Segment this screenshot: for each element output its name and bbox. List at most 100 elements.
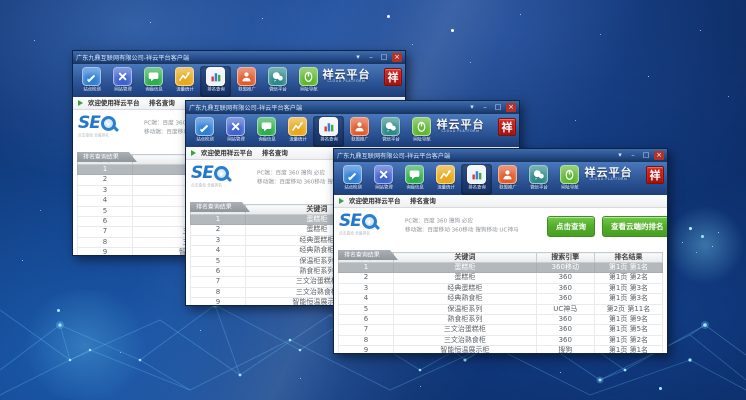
toolbar-item-alliance-promo[interactable]: 联盟推广	[492, 164, 523, 195]
toolbar-item-label: 网站管理	[114, 86, 131, 92]
toolbar-item-wechat-platform[interactable]: 微信平台	[523, 164, 554, 195]
table-cell: 3	[191, 235, 246, 245]
table-row[interactable]: 3经典蛋糕柜360第1页 第3名	[339, 283, 663, 293]
toolbar-item-rank-query[interactable]: 排名查询	[461, 164, 492, 195]
table-row[interactable]: 6熟食柜系列360第1页 第9名	[339, 315, 663, 325]
toolbar-item-alliance-promo[interactable]: 联盟推广	[231, 66, 262, 97]
toolbar-item-traffic-stats[interactable]: 流量统计	[430, 164, 461, 195]
app-window: 广东九鼎互联网有限公司-祥云平台客户端 ▾ – □ × 站点检测 网站管理询盘信息…	[333, 148, 668, 354]
toolbar-item-label: 排名查询	[207, 86, 224, 92]
toolbar-item-site-check[interactable]: 站点检测	[76, 66, 107, 97]
toolbar-item-inquiry-info[interactable]: 询盘信息	[251, 116, 282, 147]
table-row[interactable]: 4经典熟食柜360第1页 第3名	[339, 294, 663, 304]
window-controls: ▾ – □ ×	[467, 103, 516, 112]
table-row[interactable]: 7三文治蛋糕柜360第1页 第5名	[339, 325, 663, 335]
toolbar-item-site-manage[interactable]: 网站管理	[107, 66, 138, 97]
table-row[interactable]: 1蛋糕柜360移动第1页 第1名	[339, 263, 663, 273]
window-controls: ▾ – □ ×	[615, 151, 664, 160]
table-cell: 1	[191, 215, 246, 225]
close-button[interactable]: ×	[654, 151, 664, 160]
toolbar-item-traffic-stats[interactable]: 流量统计	[169, 66, 200, 97]
site-check-icon	[82, 67, 101, 86]
main-toolbar: 站点检测网站管理询盘信息流量统计排名查询联盟推广微信平台网址导航 祥云平台 CL…	[334, 162, 667, 195]
close-button[interactable]: ×	[506, 103, 516, 112]
seo-logo-caption: 点击查询 全面排名	[191, 182, 229, 188]
column-header: 关键词	[394, 253, 537, 263]
flag-icon	[78, 100, 83, 106]
view-cloud-rank-button[interactable]: 查看云端的排名	[602, 216, 668, 237]
window-titlebar[interactable]: 广东九鼎互联网有限公司-祥云平台客户端 ▾ – □ ×	[186, 101, 519, 114]
table-cell: 360	[536, 294, 594, 304]
toolbar-item-label: 站点检测	[196, 136, 213, 142]
table-cell: 6	[78, 217, 133, 227]
toolbar-item-label: 流量统计	[289, 136, 306, 142]
toolbar-item-alliance-promo[interactable]: 联盟推广	[344, 116, 375, 147]
section-title: 排名查询	[410, 196, 436, 205]
tab-rank-results[interactable]: 排名查询结果	[338, 250, 398, 260]
table-cell: 三文治蛋糕柜	[394, 325, 537, 335]
minimize-button[interactable]: –	[628, 151, 638, 160]
toolbar-item-rank-query[interactable]: 排名查询	[313, 116, 344, 147]
toolbar-item-wechat-platform[interactable]: 微信平台	[262, 66, 293, 97]
skin-button[interactable]: ▾	[353, 53, 363, 62]
table-cell: 8	[78, 237, 133, 247]
toolbar-item-label: 询盘信息	[145, 86, 162, 92]
toolbar-item-site-check[interactable]: 站点检测	[337, 164, 368, 195]
table-cell: 第1页 第9名	[594, 315, 662, 325]
alliance-promo-icon	[498, 165, 517, 184]
maximize-button[interactable]: □	[493, 103, 503, 112]
result-tab-row: 排名查询结果	[334, 242, 667, 252]
skin-button[interactable]: ▾	[467, 103, 477, 112]
maximize-button[interactable]: □	[641, 151, 651, 160]
table-cell: 第1页 第2名	[594, 273, 662, 283]
toolbar-item-wechat-platform[interactable]: 微信平台	[375, 116, 406, 147]
table-cell: 4	[78, 196, 133, 206]
toolbar-item-site-manage[interactable]: 网站管理	[220, 116, 251, 147]
table-cell: 蛋糕柜	[394, 263, 537, 273]
tab-rank-results[interactable]: 排名查询结果	[190, 202, 250, 212]
rank-query-icon	[319, 117, 338, 136]
table-cell: 360	[536, 325, 594, 335]
table-cell: 1	[78, 165, 133, 175]
query-button[interactable]: 点击查询	[547, 216, 595, 237]
table-cell: 第1页 第1名	[594, 346, 662, 353]
table-row[interactable]: 8三文治熟食柜360第1页 第2名	[339, 335, 663, 345]
toolbar-item-traffic-stats[interactable]: 流量统计	[282, 116, 313, 147]
toolbar-item-label: 网址导航	[300, 86, 317, 92]
seo-logo: SE 点击查询 全面排名	[78, 115, 140, 141]
minimize-button[interactable]: –	[366, 53, 376, 62]
window-titlebar[interactable]: 广东九鼎互联网有限公司-祥云平台客户端 ▾ – □ ×	[73, 51, 405, 64]
toolbar-item-inquiry-info[interactable]: 询盘信息	[399, 164, 430, 195]
table-cell: 经典蛋糕柜	[394, 283, 537, 293]
tab-rank-results[interactable]: 排名查询结果	[77, 152, 137, 162]
table-cell: 8	[191, 287, 246, 297]
maximize-button[interactable]: □	[379, 53, 389, 62]
toolbar-item-inquiry-info[interactable]: 询盘信息	[138, 66, 169, 97]
toolbar-item-site-check[interactable]: 站点检测	[189, 116, 220, 147]
wechat-platform-icon	[529, 165, 548, 184]
minimize-button[interactable]: –	[480, 103, 490, 112]
table-row[interactable]: 2蛋糕柜360第1页 第2名	[339, 273, 663, 283]
window-titlebar[interactable]: 广东九鼎互联网有限公司-祥云平台客户端 ▾ – □ ×	[334, 149, 667, 162]
brand-name-en: CLOUD PLATFORM	[590, 178, 628, 181]
traffic-stats-icon	[436, 165, 455, 184]
star-cluster-glow	[660, 205, 746, 285]
toolbar-item-label: 排名查询	[468, 184, 485, 190]
close-button[interactable]: ×	[392, 53, 402, 62]
window-title: 广东九鼎互联网有限公司-祥云平台客户端	[189, 103, 302, 112]
table-cell: 360	[536, 315, 594, 325]
table-cell: 4	[191, 246, 246, 256]
skin-button[interactable]: ▾	[615, 151, 625, 160]
toolbar-item-site-manage[interactable]: 网站管理	[368, 164, 399, 195]
toolbar-item-label: 站点检测	[344, 184, 361, 190]
traffic-stats-icon	[288, 117, 307, 136]
brand-name-cn: 祥云平台	[312, 69, 381, 80]
table-cell: 7	[78, 227, 133, 237]
brand-name-en: CLOUD PLATFORM	[442, 130, 480, 133]
welcome-text: 欢迎使用祥云平台	[349, 196, 401, 205]
table-row[interactable]: 5保温柜系列UC神马第2页 第11名	[339, 304, 663, 314]
seo-logo-letters: SE	[339, 213, 361, 230]
toolbar-item-rank-query[interactable]: 排名查询	[200, 66, 231, 97]
table-row[interactable]: 9智能恒温展示柜搜狗第1页 第1名	[339, 346, 663, 353]
table-cell: 8	[339, 335, 394, 345]
